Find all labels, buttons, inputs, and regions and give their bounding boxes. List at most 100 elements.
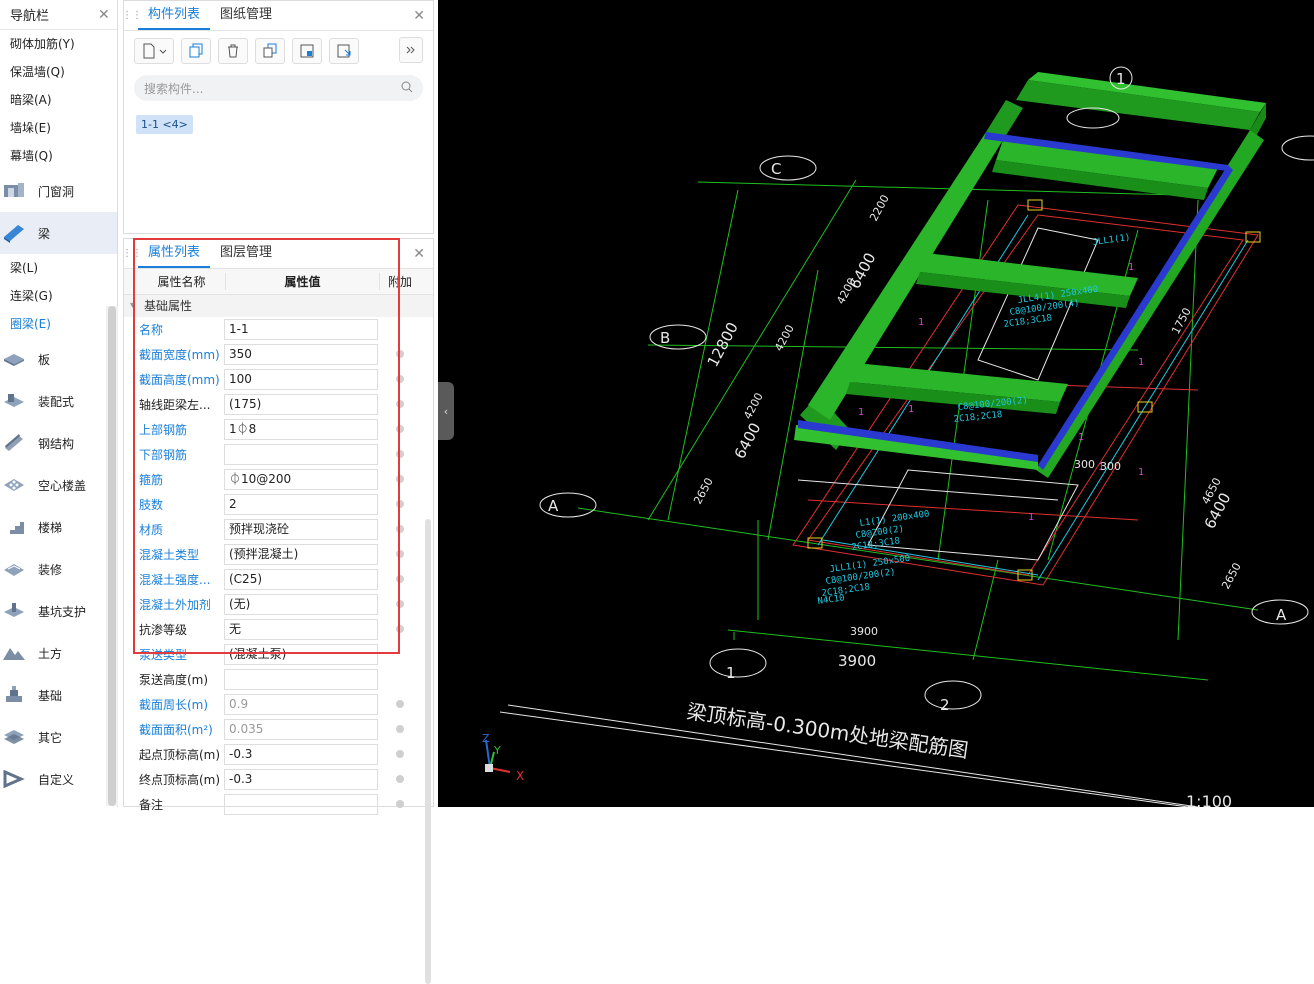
property-value-field[interactable]: (预拌混凝土) (224, 544, 378, 565)
property-value-field[interactable]: 350 (224, 344, 378, 365)
nav-category-decoration[interactable]: 装修 (0, 548, 117, 590)
nav-category-earthwork[interactable]: 土方 (0, 632, 117, 674)
copy-component-button[interactable] (181, 38, 211, 64)
attach-checkbox[interactable] (396, 725, 404, 733)
nav-category-pit-support[interactable]: 基坑支护 (0, 590, 117, 632)
hollow-floor-icon (2, 475, 26, 495)
nav-item-coupling-beam[interactable]: 连梁(G) (0, 282, 117, 310)
property-group-basic[interactable]: 基础属性 (124, 295, 433, 317)
cad-drawing: 11 11 11 11 11 C B A 1 2 A 6400 12800 64… (482, 66, 1314, 807)
property-value-field[interactable] (224, 444, 378, 465)
nav-category-label: 基础 (38, 688, 63, 703)
nav-category-beam[interactable]: 梁 (0, 212, 117, 254)
property-value-field[interactable]: 0.035 (224, 719, 378, 740)
property-row: 截面面积(m²) 0.035 (124, 717, 433, 742)
property-value-field[interactable]: 无 (224, 619, 378, 640)
copy-layer-button[interactable] (255, 38, 285, 64)
attach-checkbox[interactable] (396, 450, 404, 458)
dim-label: 4200 (772, 323, 797, 354)
property-value-field[interactable]: (C25) (224, 569, 378, 590)
attach-checkbox[interactable] (396, 375, 404, 383)
property-value-field[interactable]: 预拌现浇砼 (224, 519, 378, 540)
nav-category-custom[interactable]: 自定义 (0, 758, 117, 800)
nav-category-prefab[interactable]: 装配式 (0, 380, 117, 422)
attach-checkbox[interactable] (396, 475, 404, 483)
nav-category-door-window[interactable]: 门窗洞 (0, 170, 117, 212)
attach-checkbox[interactable] (396, 575, 404, 583)
collapse-panel-button[interactable]: ‹ (438, 382, 454, 440)
col-header-value: 属性值 (226, 273, 380, 290)
property-value-field[interactable]: -0.3 (224, 769, 378, 790)
nav-item-curtain-wall[interactable]: 幕墙(Q) (0, 142, 117, 170)
drag-grip-icon[interactable]: ⋮⋮ (122, 238, 142, 268)
nav-item-masonry-rebar[interactable]: 砌体加筋(Y) (0, 30, 117, 58)
property-value-field[interactable]: (无) (224, 594, 378, 615)
property-value-field[interactable] (224, 669, 378, 690)
more-tools-button[interactable] (399, 37, 423, 63)
nav-item-beam[interactable]: 梁(L) (0, 254, 117, 282)
nav-scrollbar[interactable] (106, 306, 118, 806)
property-value-field[interactable] (224, 794, 378, 815)
attach-checkbox[interactable] (396, 400, 404, 408)
attach-checkbox[interactable] (396, 700, 404, 708)
property-name: 上部钢筋 (139, 423, 188, 437)
nav-category-stairs[interactable]: 楼梯 (0, 506, 117, 548)
property-value-field[interactable]: 0.9 (224, 694, 378, 715)
axis-x-label: X (516, 769, 524, 783)
new-component-button[interactable] (134, 38, 174, 64)
nav-item-wall-pier[interactable]: 墙垛(E) (0, 114, 117, 142)
nav-category-steel[interactable]: 钢结构 (0, 422, 117, 464)
property-scrollbar[interactable] (425, 519, 431, 984)
attach-checkbox[interactable] (396, 600, 404, 608)
attach-checkbox[interactable] (396, 500, 404, 508)
nav-category-hollow-floor[interactable]: 空心楼盖 (0, 464, 117, 506)
tab-drawing-management[interactable]: 图纸管理 (210, 0, 282, 30)
axis-label: 1 (1116, 70, 1126, 88)
search-icon[interactable] (401, 81, 413, 96)
attach-checkbox[interactable] (396, 550, 404, 558)
tab-property-list[interactable]: 属性列表 (138, 238, 211, 268)
attach-checkbox[interactable] (396, 775, 404, 783)
delete-component-button[interactable] (218, 38, 248, 64)
property-name: 泵送高度(m) (139, 673, 209, 687)
property-name: 截面面积(m²) (139, 723, 213, 737)
nav-category-other[interactable]: 其它 (0, 716, 117, 758)
dim-label: 3900 (850, 625, 878, 638)
close-icon[interactable]: ✕ (413, 246, 425, 262)
close-icon[interactable]: ✕ (413, 8, 425, 24)
property-value-field[interactable]: 1-1 (224, 319, 378, 340)
nav-item-ring-beam[interactable]: 圈梁(E) (0, 310, 117, 338)
export-component-button[interactable] (329, 38, 359, 64)
close-icon[interactable]: ✕ (98, 7, 110, 23)
import-component-button[interactable] (292, 38, 322, 64)
property-value-field[interactable]: 1⏀8 (224, 419, 378, 440)
component-chip[interactable]: 1-1 <4> (136, 115, 193, 134)
search-input[interactable]: 搜索构件... (134, 75, 423, 101)
property-value-field[interactable]: ⏀10@200 (224, 469, 378, 490)
drag-grip-icon[interactable]: ⋮⋮ (122, 0, 142, 30)
property-value-field[interactable]: (175) (224, 394, 378, 415)
attach-checkbox[interactable] (396, 350, 404, 358)
svg-text:1: 1 (1128, 262, 1134, 273)
nav-category-slab[interactable]: 板 (0, 338, 117, 380)
nav-item-hidden-beam[interactable]: 暗梁(A) (0, 86, 117, 114)
cad-viewport[interactable]: 11 11 11 11 11 C B A 1 2 A 6400 12800 64… (438, 0, 1314, 807)
nav-item-insulation-wall[interactable]: 保温墙(Q) (0, 58, 117, 86)
attach-checkbox[interactable] (396, 750, 404, 758)
attach-checkbox[interactable] (396, 425, 404, 433)
property-row: 泵送类型 (混凝土泵) (124, 642, 433, 667)
attach-checkbox[interactable] (396, 625, 404, 633)
property-value-field[interactable]: -0.3 (224, 744, 378, 765)
nav-category-foundation[interactable]: 基础 (0, 674, 117, 716)
attach-checkbox[interactable] (396, 525, 404, 533)
property-value-field[interactable]: (混凝土泵) (224, 644, 378, 665)
steel-icon (2, 433, 26, 453)
dim-label: 2650 (1219, 561, 1244, 592)
prefab-icon (2, 391, 26, 411)
svg-text:1: 1 (1138, 357, 1144, 368)
tab-component-list[interactable]: 构件列表 (138, 0, 211, 30)
tab-layer-management[interactable]: 图层管理 (210, 238, 282, 268)
property-value-field[interactable]: 2 (224, 494, 378, 515)
property-name: 起点顶标高(m) (139, 748, 221, 762)
property-value-field[interactable]: 100 (224, 369, 378, 390)
